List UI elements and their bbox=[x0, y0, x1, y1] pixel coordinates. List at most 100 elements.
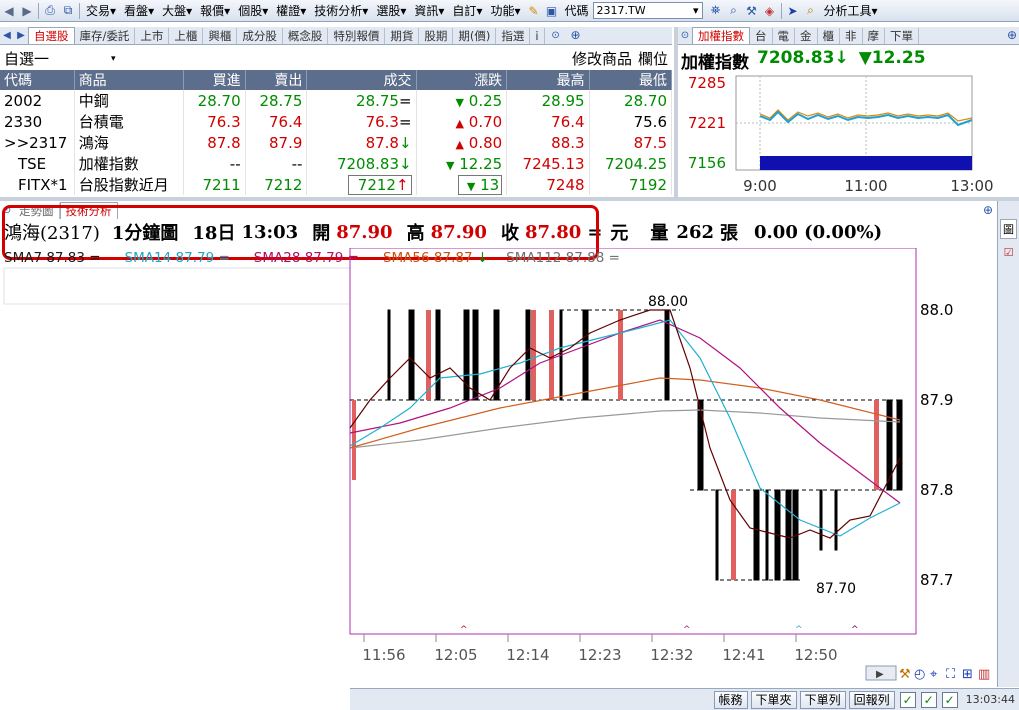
draw-icon[interactable]: ⛶ bbox=[945, 667, 956, 682]
field-button[interactable]: 欄位 bbox=[638, 48, 668, 69]
tab-stock-futures[interactable]: 股期 bbox=[419, 28, 454, 44]
sma28-line bbox=[349, 319, 901, 504]
volume-label: 量 bbox=[650, 223, 669, 244]
toolbar-divider bbox=[38, 2, 39, 19]
popout-icon[interactable]: ⧉ bbox=[59, 2, 77, 20]
col-low[interactable]: 最低 bbox=[589, 70, 673, 90]
alert-icon[interactable]: ◈ bbox=[761, 2, 779, 20]
crosshair-icon[interactable]: ⌖ bbox=[930, 667, 938, 682]
print-icon[interactable]: ⎙ bbox=[41, 2, 59, 20]
menu-info[interactable]: 資訊 ▾ bbox=[410, 2, 448, 20]
tab-scroll-left-icon[interactable]: ◀ bbox=[0, 26, 14, 44]
tab-inventory[interactable]: 庫存/委託 bbox=[75, 28, 136, 44]
cursor-icon[interactable]: ➤ bbox=[784, 2, 802, 20]
tab-futures[interactable]: 期貨 bbox=[385, 28, 420, 44]
menu-custom[interactable]: 自訂 ▾ bbox=[448, 2, 486, 20]
menu-stock[interactable]: 個股 ▾ bbox=[234, 2, 272, 20]
tab-listed[interactable]: 上市 bbox=[135, 28, 170, 44]
menu-warrant[interactable]: 權證 ▾ bbox=[272, 2, 310, 20]
table-row[interactable]: TSE 加權指數 -- -- 7208.83↓ ▼ 12.25 7245.13 … bbox=[0, 153, 673, 174]
candle bbox=[697, 399, 704, 491]
tab-tw[interactable]: 台 bbox=[750, 28, 773, 44]
tab-electronics[interactable]: 電 bbox=[773, 28, 795, 44]
col-name[interactable]: 商品 bbox=[74, 70, 184, 90]
col-ask[interactable]: 賣出 bbox=[245, 70, 308, 90]
checkbox-icon[interactable]: ✓ bbox=[920, 691, 937, 708]
tab-components[interactable]: 成分股 bbox=[237, 28, 283, 44]
table-row[interactable]: FITX*1 台股指數近月 7211 7212 7212↑ ▼ 13 7248 … bbox=[0, 174, 673, 195]
watchlist-selector[interactable]: 自選一 ▾ bbox=[4, 48, 116, 69]
tab-emerging[interactable]: 興櫃 bbox=[203, 28, 238, 44]
side-tab[interactable]: 圖 bbox=[1000, 219, 1017, 239]
zoom-in-icon[interactable]: ⊞ bbox=[962, 667, 973, 682]
code-input[interactable]: 2317.TW ▾ bbox=[592, 2, 703, 19]
menu-screener[interactable]: 選股 ▾ bbox=[372, 2, 410, 20]
checkbox-icon[interactable]: ✓ bbox=[899, 691, 916, 708]
zoom-icon[interactable]: ⊕ bbox=[1005, 26, 1019, 44]
col-change[interactable]: 漲跌 bbox=[416, 70, 508, 90]
chevron-down-icon[interactable]: ▾ bbox=[693, 4, 699, 17]
menu-view[interactable]: 看盤 ▾ bbox=[120, 2, 158, 20]
tab-order[interactable]: 下單 bbox=[885, 28, 919, 44]
tab-otc[interactable]: 上櫃 bbox=[169, 28, 204, 44]
zoom-icon[interactable]: ⊕ bbox=[981, 201, 995, 219]
account-button[interactable]: 帳務 bbox=[713, 690, 748, 709]
tab-finance[interactable]: 金 bbox=[795, 28, 818, 44]
tab-watchlist[interactable]: 自選股 bbox=[28, 27, 75, 44]
tab-scroll-right-icon[interactable]: ▶ bbox=[14, 26, 28, 44]
analysis-tool-menu[interactable]: 分析工具 ▾ bbox=[820, 2, 882, 20]
col-high[interactable]: 最高 bbox=[506, 70, 590, 90]
index-tabs: ⊙ 加權指數 台 電 金 櫃 非 摩 下單 ⊕ bbox=[678, 27, 1019, 45]
toolbar-divider bbox=[79, 2, 80, 19]
tab-special-quote[interactable]: 特別報價 bbox=[328, 28, 386, 44]
y-axis-label: 87.8 bbox=[920, 481, 953, 499]
cell-change: ▼ 0.25 bbox=[416, 90, 508, 111]
tab-index-options[interactable]: 指選 bbox=[496, 28, 531, 44]
tab-nav-icon[interactable]: ⊙ bbox=[549, 26, 563, 44]
col-bid[interactable]: 買進 bbox=[183, 70, 246, 90]
calendar-icon[interactable]: ▣ bbox=[543, 2, 561, 20]
menu-quote[interactable]: 報價 ▾ bbox=[196, 2, 234, 20]
report-bar-button[interactable]: 回報列 bbox=[848, 690, 895, 709]
back-icon[interactable]: ◀ bbox=[0, 2, 18, 20]
table-row[interactable]: 2330 台積電 76.3 76.4 76.3= ▲ 0.70 76.4 75.… bbox=[0, 111, 673, 132]
order-bar-button[interactable]: 下單列 bbox=[799, 690, 846, 709]
index-panel: 加權指數 7208.83 ↓ ▼ 12.25 7285 7221 7156 9:… bbox=[678, 46, 1019, 196]
clock-icon[interactable]: ◴ bbox=[914, 667, 925, 682]
order-folder-button[interactable]: 下單夾 bbox=[750, 690, 797, 709]
checkbox-icon[interactable]: ✓ bbox=[941, 691, 958, 708]
tab-otc-index[interactable]: 櫃 bbox=[818, 28, 840, 44]
menu-trade[interactable]: 交易 ▾ bbox=[82, 2, 120, 20]
pen-icon[interactable]: ✎ bbox=[525, 2, 543, 20]
cell-name: 中鋼 bbox=[74, 90, 184, 111]
zoom-icon[interactable]: ⊕ bbox=[569, 26, 583, 44]
chart-tool-icon[interactable]: ⚒ bbox=[899, 667, 911, 682]
col-last[interactable]: 成交 bbox=[306, 70, 417, 90]
tab-taiex[interactable]: 加權指數 bbox=[692, 27, 750, 44]
col-code[interactable]: 代碼 bbox=[0, 70, 75, 90]
scroll-right-icon[interactable]: ▶ bbox=[876, 669, 884, 680]
checklist-icon[interactable]: ☑ bbox=[1001, 245, 1016, 260]
tools-icon[interactable]: ⚒ bbox=[743, 2, 761, 20]
menu-function[interactable]: 功能 ▾ bbox=[486, 2, 524, 20]
tab-more[interactable]: i bbox=[530, 28, 545, 44]
analysis-icon[interactable]: ⌕ bbox=[802, 2, 820, 20]
tab-concept[interactable]: 概念股 bbox=[283, 28, 329, 44]
modify-items-button[interactable]: 修改商品 bbox=[572, 48, 632, 69]
binoculars-icon[interactable]: ⛯ bbox=[707, 2, 725, 20]
tab-msci[interactable]: 摩 bbox=[863, 28, 885, 44]
menu-technical[interactable]: 技術分析 ▾ bbox=[310, 2, 372, 20]
menu-market[interactable]: 大盤 ▾ bbox=[158, 2, 196, 20]
tab-nav-icon[interactable]: ⊙ bbox=[678, 26, 692, 44]
cell-ask: -- bbox=[245, 153, 308, 174]
table-row[interactable]: 2002 中鋼 28.70 28.75 28.75= ▼ 0.25 28.95 … bbox=[0, 90, 673, 111]
bar-chart-icon[interactable]: ▥ bbox=[978, 667, 990, 682]
chevron-down-icon[interactable]: ▾ bbox=[111, 54, 116, 64]
kline-chart[interactable]: 88.00 87.70 88.0 87.9 87.8 87.7 ^ ^ ^ ^ … bbox=[0, 248, 995, 688]
search-icon[interactable]: ⌕ bbox=[725, 2, 743, 20]
x-axis-label: 12:41 bbox=[722, 646, 765, 664]
table-row[interactable]: >>2317 鴻海 87.8 87.9 87.8↓ ▲ 0.80 88.3 87… bbox=[0, 132, 673, 153]
forward-icon[interactable]: ▶ bbox=[18, 2, 36, 20]
tab-non-finance[interactable]: 非 bbox=[840, 28, 863, 44]
tab-futures-price[interactable]: 期(價) bbox=[453, 28, 497, 44]
